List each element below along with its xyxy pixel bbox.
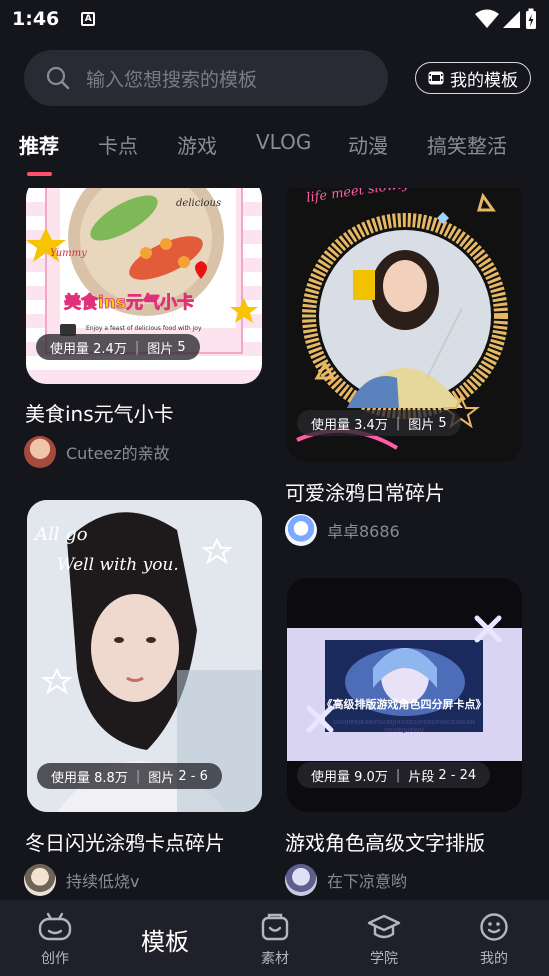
author-avatar	[24, 864, 56, 896]
nav-label: 我的	[480, 951, 508, 967]
usage-badge: 使用量 9.0万 | 片段 2 - 24	[297, 762, 491, 788]
usage-separator: |	[395, 415, 401, 431]
search-icon	[46, 66, 70, 90]
usage-value: 2.4万	[93, 341, 127, 357]
card-title[interactable]: 可爱涂鸦日常碎片	[285, 477, 445, 506]
author-name: 持续低烧v	[66, 872, 140, 891]
nav-academy[interactable]: 学院	[349, 912, 419, 968]
tab-funny[interactable]: 搞笑整活	[427, 130, 507, 159]
wifi-icon	[475, 9, 499, 28]
nav-label: 模板	[141, 928, 189, 956]
template-card-winter[interactable]: All go Well with you. 使用量 8.8万 | 图片 2 - …	[27, 500, 262, 812]
template-card-doodle[interactable]: life meet slowly 使用量 3.4万 | 图片 5	[287, 188, 522, 462]
bottom-navigation: 创作 模板 素材 学院 我的	[0, 900, 549, 976]
count-value: 5	[177, 339, 186, 355]
doodle-script-text: life meet slowly	[305, 188, 410, 206]
food-delicious-text: delicious	[176, 198, 221, 209]
signal-icon	[503, 11, 520, 28]
usage-separator: |	[134, 339, 140, 355]
battery-icon	[526, 8, 536, 29]
my-templates-button[interactable]: 我的模板	[415, 62, 531, 94]
nav-label: 学院	[370, 951, 398, 967]
nav-create[interactable]: 创作	[20, 912, 90, 968]
tab-vlog[interactable]: VLOG	[256, 130, 311, 154]
game-subtitle-text-2: YOUXIJUEWU	[383, 728, 424, 734]
card-author[interactable]: 在下凉意哟	[285, 864, 407, 896]
search-input[interactable]: 输入您想搜索的模板	[24, 50, 388, 106]
status-icons	[475, 8, 537, 30]
nav-label: 创作	[41, 951, 69, 967]
nav-label: 素材	[261, 951, 289, 967]
graduation-cap-icon	[367, 914, 401, 939]
card-author[interactable]: Cuteez的亲故	[24, 436, 170, 468]
usage-label: 使用量	[51, 770, 91, 786]
template-feed[interactable]: delicious Yummy 美食ins元气小卡 Enjoy a feast …	[0, 188, 549, 900]
author-avatar	[285, 514, 317, 546]
status-bar: 1:46 A	[0, 0, 549, 38]
usage-label: 使用量	[50, 341, 90, 357]
author-name: Cuteez的亲故	[66, 444, 170, 463]
food-yummy-text: Yummy	[50, 248, 87, 259]
materials-icon	[261, 913, 289, 941]
game-subtitle-text-1: GAOJIPAIBANYOUXIJIAOSESIFENGPINGKADIAN	[333, 720, 476, 726]
search-row: 输入您想搜索的模板 我的模板	[24, 50, 531, 106]
card-author[interactable]: 卓卓8686	[285, 514, 400, 546]
author-name: 卓卓8686	[327, 522, 400, 541]
usage-label: 使用量	[311, 769, 351, 785]
usage-badge: 使用量 3.4万 | 图片 5	[297, 410, 461, 436]
game-banner-text: 《高级排版游戏角色四分屏卡点》	[322, 697, 487, 711]
tab-anime[interactable]: 动漫	[348, 130, 388, 159]
search-placeholder: 输入您想搜索的模板	[86, 68, 258, 91]
food-banner-text: 美食ins元气小卡	[64, 292, 194, 313]
usage-separator: |	[395, 767, 401, 783]
usage-badge: 使用量 8.8万 | 图片 2 - 6	[37, 763, 222, 789]
film-icon	[428, 71, 444, 85]
tab-recommended[interactable]: 推荐	[19, 130, 59, 159]
usage-label: 使用量	[311, 417, 351, 433]
usage-value: 3.4万	[354, 417, 388, 433]
count-label: 片段	[408, 769, 435, 785]
nav-profile[interactable]: 我的	[459, 912, 529, 968]
count-value: 2 - 24	[438, 767, 477, 783]
count-value: 5	[438, 415, 447, 431]
count-label: 图片	[408, 417, 435, 433]
winter-script-text-2: Well with you.	[57, 555, 179, 575]
count-label: 图片	[147, 341, 174, 357]
usage-separator: |	[135, 768, 141, 784]
count-label: 图片	[148, 770, 175, 786]
notification-a-icon: A	[81, 12, 96, 26]
usage-badge: 使用量 2.4万 | 图片 5	[36, 334, 200, 360]
nav-materials[interactable]: 素材	[240, 912, 310, 968]
tab-game[interactable]: 游戏	[177, 130, 217, 159]
card-author[interactable]: 持续低烧v	[24, 864, 139, 896]
usage-value: 8.8万	[94, 770, 128, 786]
tab-beat[interactable]: 卡点	[98, 130, 138, 159]
winter-script-text-1: All go	[33, 524, 88, 545]
card-title[interactable]: 美食ins元气小卡	[25, 398, 174, 427]
usage-value: 9.0万	[354, 769, 388, 785]
author-avatar	[24, 436, 56, 468]
category-tabs: 推荐 卡点 游戏 VLOG 动漫 搞笑整活	[0, 118, 549, 178]
food-caption-text: Enjoy a feast of delicious food with joy	[86, 325, 202, 332]
card-title[interactable]: 游戏角色高级文字排版	[285, 827, 485, 856]
my-templates-label: 我的模板	[450, 70, 518, 91]
author-name: 在下凉意哟	[327, 872, 408, 891]
create-icon	[38, 912, 72, 941]
status-time: 1:46	[12, 8, 60, 30]
smiley-icon	[480, 913, 508, 941]
nav-templates[interactable]: 模板	[130, 912, 200, 957]
card-title[interactable]: 冬日闪光涂鸦卡点碎片	[25, 827, 225, 856]
count-value: 2 - 6	[178, 768, 208, 784]
author-avatar	[285, 864, 317, 896]
template-card-game[interactable]: 《高级排版游戏角色四分屏卡点》 GAOJIPAIBANYOUXIJIAOSESI…	[287, 578, 522, 812]
active-tab-indicator	[27, 172, 52, 176]
